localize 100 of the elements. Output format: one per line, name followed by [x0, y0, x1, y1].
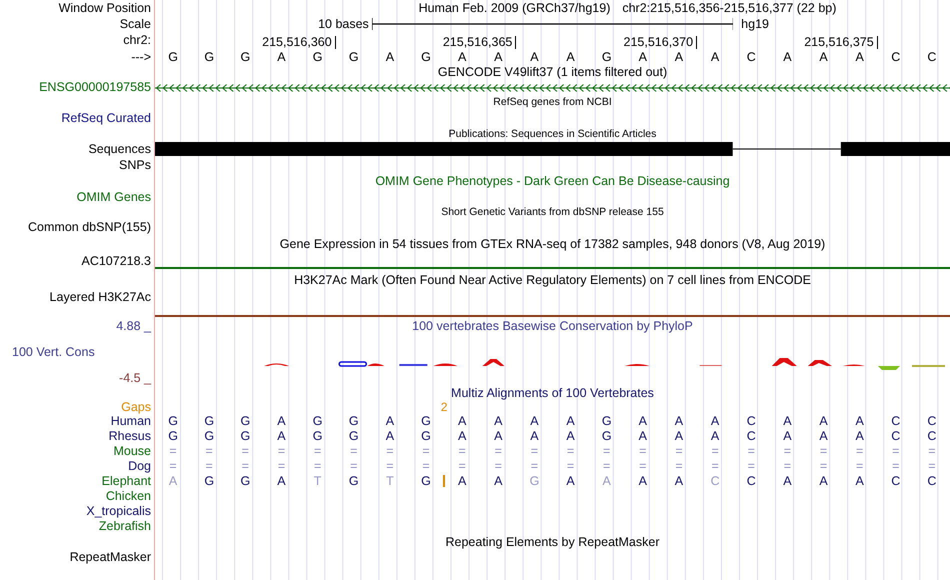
base-letter: C	[891, 430, 900, 443]
base-letter: =	[458, 460, 466, 473]
base-letter: =	[820, 460, 828, 473]
track-label[interactable]: Sequences	[88, 142, 151, 156]
base-letter: =	[386, 460, 394, 473]
base-letter: C	[927, 415, 936, 428]
gene-label[interactable]: ENSG00000197585	[39, 81, 151, 94]
scale-text: 10 bases	[317, 18, 370, 30]
species-label[interactable]: Zebrafish	[98, 520, 151, 533]
species-label[interactable]: Elephant	[102, 475, 151, 488]
base-letter: A	[494, 475, 502, 488]
base-letter: G	[312, 50, 322, 64]
base-letter: =	[278, 445, 286, 458]
row-label[interactable]: Scale	[120, 18, 151, 30]
base-letter: =	[928, 460, 936, 473]
base-letter: C	[710, 475, 720, 488]
base-letter: =	[820, 445, 828, 458]
base-letter: G	[348, 415, 359, 428]
base-letter: A	[819, 415, 828, 428]
base-letter: G	[530, 475, 540, 488]
species-label[interactable]: X_tropicalis	[86, 505, 151, 518]
base-letter: =	[242, 460, 249, 473]
ruler-label: 215,516,370	[624, 36, 698, 49]
track-label[interactable]: 100 Vert. Cons	[0, 346, 95, 358]
base-letter: G	[312, 430, 322, 443]
track-label[interactable]: AC107218.3	[81, 255, 151, 268]
base-letter: =	[530, 445, 538, 458]
species-label[interactable]: Mouse	[113, 445, 151, 458]
base-letter: A	[277, 415, 286, 428]
base-letter: C	[927, 50, 936, 64]
track-title: 100 vertebrates Basewise Conservation by PhyloP	[412, 320, 693, 332]
track-title: Multiz Alignments of 100 Vertebrates	[451, 386, 654, 400]
base-letter: =	[350, 445, 358, 458]
base-letter: A	[783, 475, 792, 488]
base-letter: A	[530, 50, 539, 64]
base-letter: G	[168, 430, 178, 443]
axis-min-label: -4.5 _	[119, 372, 151, 384]
base-letter: =	[784, 460, 792, 473]
ruler-label: 215,516,365	[442, 36, 516, 49]
species-label[interactable]: Human	[110, 415, 151, 428]
base-letter: =	[314, 445, 322, 458]
base-letter: G	[168, 415, 178, 428]
base-letter: G	[348, 475, 359, 488]
species-label[interactable]: Rhesus	[108, 430, 151, 443]
base-letter: G	[348, 50, 359, 64]
base-letter: C	[927, 475, 936, 488]
track-label[interactable]: OMIM Genes	[76, 191, 151, 204]
base-letter: =	[314, 460, 322, 473]
base-letter: A	[602, 475, 611, 488]
base-letter: A	[386, 430, 394, 443]
strand-label[interactable]: --->	[131, 50, 151, 64]
track-title: RefSeq genes from NCBI	[493, 97, 612, 108]
base-letter: A	[819, 50, 828, 64]
base-letter: A	[494, 50, 502, 64]
base-letter: A	[855, 415, 864, 428]
base-letter: G	[421, 475, 431, 488]
base-letter: C	[891, 475, 900, 488]
base-letter: =	[603, 445, 610, 458]
base-letter: A	[168, 475, 178, 488]
base-letter: A	[386, 50, 394, 64]
base-letter: A	[386, 415, 394, 428]
base-letter: =	[603, 460, 610, 473]
species-label[interactable]: Chicken	[106, 490, 151, 503]
base-letter: A	[458, 415, 466, 428]
base-letter: G	[421, 430, 431, 443]
track-label[interactable]: SNPs	[119, 158, 151, 172]
row-label[interactable]: Window Position	[58, 2, 151, 14]
base-letter: G	[240, 475, 250, 488]
base-letter: =	[748, 460, 755, 473]
region-position: chr2:215,516,356-215,516,377 (22 bp)	[622, 2, 836, 14]
base-letter: T	[386, 475, 394, 488]
track-label[interactable]: RepeatMasker	[70, 551, 151, 564]
base-letter: A	[566, 415, 575, 428]
track-label[interactable]: RefSeq Curated	[61, 112, 151, 125]
base-letter: A	[638, 475, 647, 488]
base-letter: A	[458, 430, 466, 443]
base-letter: A	[674, 475, 684, 488]
base-letter: =	[278, 460, 286, 473]
track-title: Repeating Elements by RepeatMasker	[445, 536, 660, 548]
base-letter: G	[204, 475, 214, 488]
species-label[interactable]: Dog	[128, 460, 151, 473]
track-label[interactable]: Common dbSNP(155)	[28, 221, 151, 234]
base-letter: =	[530, 460, 538, 473]
base-letter: A	[710, 430, 720, 443]
base-letter: =	[856, 460, 864, 473]
base-letter: G	[602, 430, 612, 443]
row-label[interactable]: chr2:	[123, 34, 151, 47]
track-label[interactable]: Layered H3K27Ac	[50, 291, 151, 304]
base-letter: =	[566, 460, 574, 473]
base-letter: =	[639, 445, 646, 458]
base-letter: A	[638, 50, 647, 64]
base-letter: A	[710, 50, 720, 64]
base-letter: =	[675, 460, 683, 473]
track-title: Gene Expression in 54 tissues from GTEx RNA-seq of 17382 samples, 948 donors (V8, Aug 2019)	[280, 238, 826, 250]
base-letter: =	[711, 460, 719, 473]
base-letter: G	[312, 415, 322, 428]
track-title: H3K27Ac Mark (Often Found Near Active Regulatory Elements) on 7 cell lines from ENCODE	[294, 274, 811, 286]
base-letter: G	[204, 415, 214, 428]
base-letter: A	[710, 415, 720, 428]
base-letter: A	[638, 415, 647, 428]
